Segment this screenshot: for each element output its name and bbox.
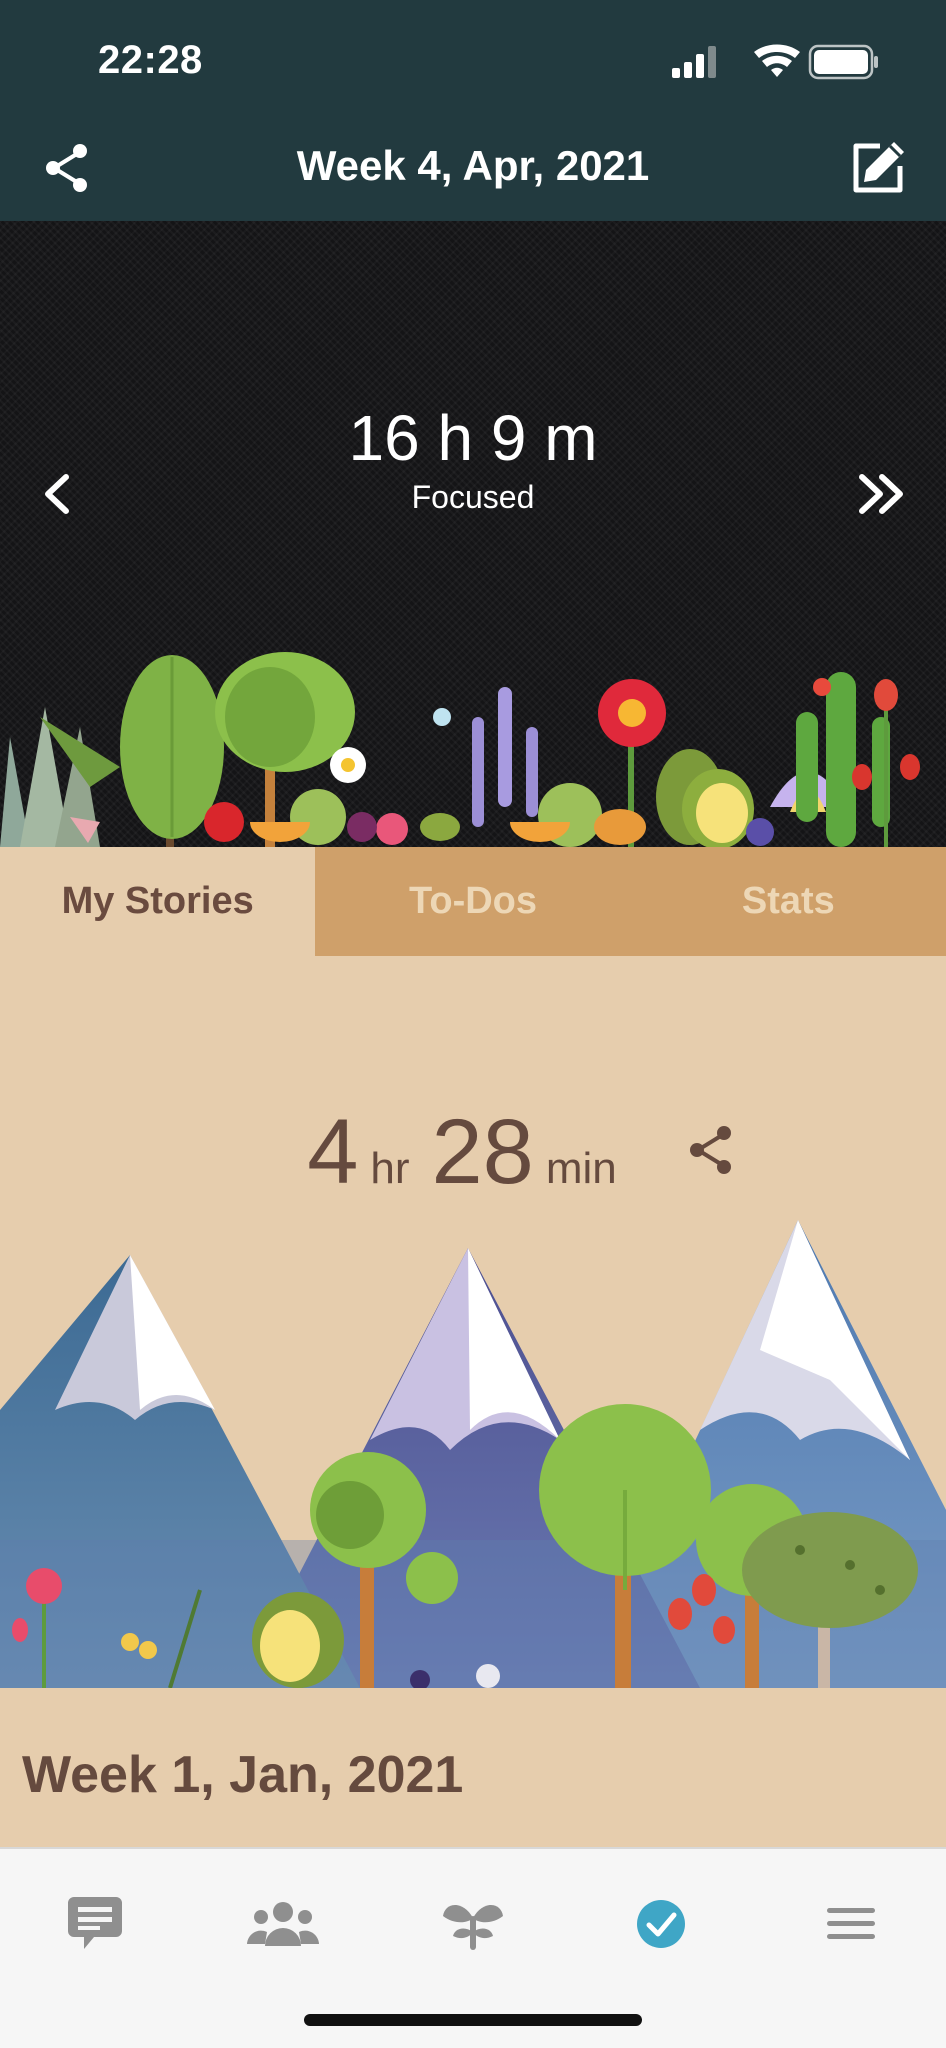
focus-time: 16 h 9 m: [348, 402, 598, 474]
app: 22:28 Week 4, Apr, 2021 16 h 9 m Focused…: [0, 0, 946, 2048]
plant-icon: [443, 1905, 503, 1950]
nav-check[interactable]: [621, 1889, 701, 1959]
battery-icon: [808, 44, 878, 80]
focus-label: Focused: [411, 479, 535, 515]
tab-bar: My Stories To-Dos Stats: [0, 847, 946, 956]
mountain-illustration: [0, 1220, 946, 1688]
nav-menu[interactable]: [811, 1889, 891, 1959]
friends-icon: [247, 1902, 319, 1946]
story-hours: 4: [307, 1101, 359, 1203]
share-icon[interactable]: [684, 1122, 740, 1178]
chat-icon: [68, 1897, 122, 1949]
menu-icon: [827, 1908, 875, 1939]
edit-icon[interactable]: [846, 136, 910, 200]
forest-illustration: [0, 652, 920, 847]
page-title: Week 4, Apr, 2021: [296, 142, 650, 189]
check-circle-icon: [637, 1900, 685, 1948]
tab-to-dos[interactable]: To-Dos: [315, 847, 630, 956]
nav-plant[interactable]: [433, 1889, 513, 1959]
tab-my-stories[interactable]: My Stories: [0, 847, 316, 956]
focus-hero: 16 h 9 m Focused: [0, 221, 946, 847]
story-minutes-unit: min: [545, 1144, 617, 1193]
nav-friends[interactable]: [243, 1889, 323, 1959]
next-week-label[interactable]: Week 1, Jan, 2021: [22, 1745, 463, 1805]
status-icons: [672, 44, 878, 80]
nav-chat[interactable]: [54, 1889, 134, 1959]
tab-stats[interactable]: Stats: [631, 847, 946, 956]
story-hours-unit: hr: [370, 1144, 410, 1193]
story-minutes: 28: [431, 1101, 534, 1203]
top-bar: 22:28 Week 4, Apr, 2021: [0, 0, 946, 221]
wifi-icon: [754, 44, 800, 77]
status-time: 22:28: [98, 38, 203, 82]
home-indicator[interactable]: [304, 2014, 642, 2026]
double-chevron-right-icon[interactable]: [854, 469, 912, 519]
signal-icon: [672, 46, 716, 78]
story-duration: 4 hr 28 min: [0, 1100, 946, 1205]
